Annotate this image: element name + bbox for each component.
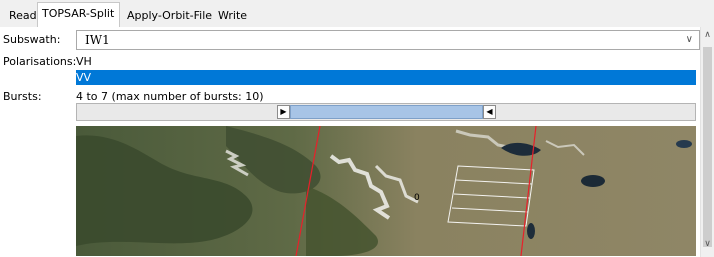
polarisation-option-label: VV [76, 71, 92, 84]
triangle-right-icon[interactable]: ▶ [277, 105, 290, 119]
polarisation-option-vh[interactable]: VH [76, 54, 696, 69]
tab-read[interactable]: Read [4, 4, 42, 26]
burst-marker-label: 0 [414, 193, 420, 203]
subswath-value: IW1 [85, 33, 110, 47]
chevron-down-icon: ∨ [685, 34, 693, 45]
vertical-scrollbar[interactable]: ∧ ∨ [700, 27, 714, 257]
tab-write[interactable]: Write [213, 4, 252, 26]
burst-map[interactable]: 0 [76, 126, 696, 256]
triangle-left-icon[interactable]: ◀ [483, 105, 496, 119]
scrollbar-thumb[interactable] [703, 47, 712, 247]
tab-bar: Read TOPSAR-Split Apply-Orbit-File Write [0, 0, 714, 28]
tab-topsar-split[interactable]: TOPSAR-Split [37, 2, 120, 28]
satellite-map-image: 0 [76, 126, 696, 256]
polarisation-option-label: VH [76, 55, 92, 68]
bursts-label: Bursts: [3, 90, 42, 103]
burst-range-fill [290, 105, 483, 119]
burst-range-slider[interactable]: ▶ ◀ [76, 103, 696, 121]
chevron-up-icon[interactable]: ∧ [701, 30, 714, 40]
polarisation-option-vv[interactable]: VV [76, 70, 696, 85]
bursts-range-text: 4 to 7 (max number of bursts: 10) [76, 90, 264, 103]
tab-apply-orbit-file[interactable]: Apply-Orbit-File [122, 4, 217, 26]
chevron-down-icon[interactable]: ∨ [701, 239, 714, 249]
subswath-dropdown[interactable]: IW1 ∨ [76, 30, 700, 50]
subswath-label: Subswath: [3, 33, 61, 46]
polarisations-label: Polarisations: [3, 55, 77, 68]
